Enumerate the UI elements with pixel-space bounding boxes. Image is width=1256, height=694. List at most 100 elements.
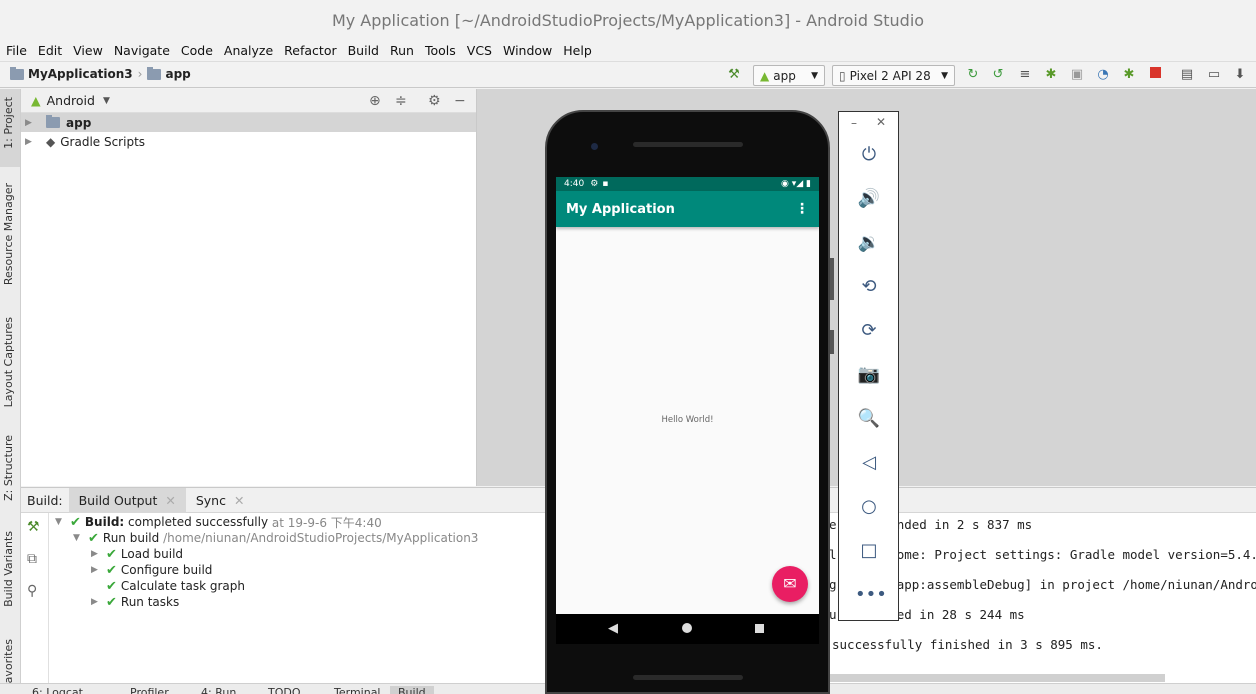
collapse-icon[interactable]: ▼ bbox=[55, 517, 64, 527]
apply-changes-icon[interactable]: ↻ bbox=[965, 67, 981, 83]
breadcrumb-module[interactable]: app bbox=[165, 67, 190, 81]
home-icon[interactable]: ○ bbox=[855, 493, 883, 521]
minimize-icon[interactable]: – bbox=[851, 116, 857, 130]
tool-tab-todo[interactable]: TODO bbox=[268, 686, 301, 694]
menu-view[interactable]: View bbox=[73, 43, 103, 58]
menu-code[interactable]: Code bbox=[181, 43, 213, 58]
tool-tab-build-variants[interactable]: Build Variants bbox=[2, 531, 15, 607]
attach-debugger-icon[interactable]: ✱ bbox=[1121, 67, 1137, 83]
overview-icon[interactable]: □ bbox=[855, 537, 883, 565]
screenshot-icon[interactable]: 📷 bbox=[855, 361, 883, 389]
emulator-screen[interactable]: 4:40 ⚙ ▪ ◉ ▾◢ ▮ My Application ⋮ Hello W… bbox=[556, 177, 819, 614]
close-icon[interactable]: ✕ bbox=[876, 115, 886, 129]
nav-back-icon[interactable]: ◀ bbox=[608, 621, 618, 636]
build-summary-row[interactable]: ▼ ✔ Build: completed successfully at 19-… bbox=[55, 514, 478, 530]
more-icon[interactable]: ••• bbox=[855, 581, 887, 609]
build-step-row[interactable]: ▶ ✔ Configure build bbox=[55, 562, 478, 578]
power-icon[interactable]: ⏻ bbox=[855, 141, 883, 169]
tree-item-app[interactable]: ▶ app bbox=[21, 113, 476, 132]
menu-run[interactable]: Run bbox=[390, 43, 414, 58]
tab-build-output[interactable]: Build Output ✕ bbox=[68, 487, 186, 513]
back-icon[interactable]: ◁ bbox=[855, 449, 883, 477]
tool-tab-structure[interactable]: Z: Structure bbox=[2, 435, 15, 501]
run-config-select[interactable]: ▲ app ▼ bbox=[753, 65, 825, 86]
sdk-manager-icon[interactable]: ⬇ bbox=[1232, 67, 1248, 83]
expand-icon[interactable]: ▶ bbox=[91, 549, 100, 559]
nav-recents-icon[interactable] bbox=[755, 624, 764, 633]
volume-down-icon[interactable]: 🔉 bbox=[855, 229, 883, 257]
zoom-icon[interactable]: 🔍 bbox=[855, 405, 883, 433]
app-bar: My Application ⋮ bbox=[556, 191, 819, 227]
run-build-row[interactable]: ▼ ✔ Run build /home/niunan/AndroidStudio… bbox=[55, 530, 478, 546]
tool-tab-project[interactable]: 1: Project bbox=[2, 97, 15, 149]
profile-icon[interactable]: ◔ bbox=[1095, 67, 1111, 83]
locate-icon[interactable]: ⊕ bbox=[369, 93, 381, 109]
bottom-speaker bbox=[633, 675, 743, 680]
coverage-icon[interactable]: ▣ bbox=[1069, 67, 1085, 83]
device-label: Pixel 2 API 28 bbox=[849, 68, 931, 83]
breadcrumb-project[interactable]: MyApplication3 bbox=[28, 67, 133, 81]
volume-up-icon[interactable]: 🔊 bbox=[855, 185, 883, 213]
apply-code-changes-icon[interactable]: ↺ bbox=[990, 67, 1006, 83]
make-project-icon[interactable]: ⚒ bbox=[726, 67, 742, 83]
folder-icon bbox=[46, 115, 60, 128]
pin-icon[interactable]: ⚲ bbox=[27, 583, 37, 599]
hammer-icon[interactable]: ⚒ bbox=[27, 519, 40, 535]
menu-file[interactable]: File bbox=[6, 43, 27, 58]
build-step-row[interactable]: ✔ Calculate task graph bbox=[55, 578, 478, 594]
tool-tab-logcat[interactable]: 6: Logcat bbox=[32, 686, 83, 694]
project-view-mode[interactable]: Android bbox=[47, 93, 95, 108]
menu-navigate[interactable]: Navigate bbox=[114, 43, 170, 58]
debug-icon[interactable]: ✱ bbox=[1043, 67, 1059, 83]
menu-tools[interactable]: Tools bbox=[425, 43, 456, 58]
expand-icon[interactable]: ▶ bbox=[91, 597, 100, 607]
run-build-label: Run build bbox=[102, 531, 160, 545]
gear-icon[interactable]: ⚙ bbox=[428, 93, 441, 109]
tree-item-gradle-scripts[interactable]: ▶ ◆ Gradle Scripts bbox=[21, 132, 476, 151]
rotate-right-icon[interactable]: ⟳ bbox=[855, 317, 883, 345]
expand-icon[interactable]: ▶ bbox=[25, 137, 34, 147]
tab-label: Sync bbox=[195, 492, 226, 508]
build-summary-text: completed successfully bbox=[128, 515, 269, 529]
build-step-row[interactable]: ▶ ✔ Load build bbox=[55, 546, 478, 562]
tool-tab-build[interactable]: Build bbox=[390, 686, 434, 694]
nav-home-icon[interactable] bbox=[682, 623, 692, 633]
toggle-view-icon[interactable]: ⧉ bbox=[27, 551, 37, 567]
collapse-icon[interactable]: ▼ bbox=[73, 533, 82, 543]
menu-help[interactable]: Help bbox=[563, 43, 592, 58]
build-step-row[interactable]: ▶ ✔ Run tasks bbox=[55, 594, 478, 610]
tab-sync[interactable]: Sync ✕ bbox=[186, 488, 255, 513]
avd-manager-icon[interactable]: ▭ bbox=[1206, 67, 1222, 83]
tool-tab-favorites[interactable]: Favorites bbox=[2, 639, 15, 689]
project-structure-icon[interactable]: ▤ bbox=[1179, 67, 1195, 83]
minimize-icon[interactable]: − bbox=[454, 93, 466, 109]
build-tool-label: Build: bbox=[27, 492, 63, 508]
fab-email-button[interactable]: ✉ bbox=[772, 566, 808, 602]
expand-icon[interactable]: ▶ bbox=[25, 118, 34, 128]
menu-vcs[interactable]: VCS bbox=[467, 43, 492, 58]
android-icon: ▲ bbox=[760, 68, 770, 83]
menu-edit[interactable]: Edit bbox=[38, 43, 62, 58]
tool-tab-resource-manager[interactable]: Resource Manager bbox=[2, 183, 15, 285]
tool-tab-run[interactable]: 4: Run bbox=[201, 686, 236, 694]
menu-build[interactable]: Build bbox=[348, 43, 379, 58]
overflow-menu-icon[interactable]: ⋮ bbox=[795, 201, 809, 217]
chevron-down-icon[interactable]: ▼ bbox=[103, 96, 110, 106]
rotate-left-icon[interactable]: ⟲ bbox=[855, 273, 883, 301]
expand-icon[interactable]: ▶ bbox=[91, 565, 100, 575]
device-select[interactable]: ▯ Pixel 2 API 28 ▼ bbox=[832, 65, 955, 86]
close-icon[interactable]: ✕ bbox=[165, 493, 175, 508]
close-icon[interactable]: ✕ bbox=[234, 493, 244, 508]
status-icons: ◉ ▾◢ ▮ bbox=[781, 179, 811, 189]
menu-analyze[interactable]: Analyze bbox=[224, 43, 273, 58]
horizontal-scrollbar[interactable] bbox=[830, 674, 1165, 682]
tool-tab-terminal[interactable]: Terminal bbox=[334, 686, 381, 694]
tool-tab-profiler[interactable]: Profiler bbox=[130, 686, 169, 694]
collapse-icon[interactable]: ≑ bbox=[395, 93, 407, 109]
phone-side-button bbox=[830, 330, 834, 354]
run-tasks-icon[interactable]: ≡ bbox=[1017, 67, 1033, 83]
menu-refactor[interactable]: Refactor bbox=[284, 43, 336, 58]
tool-tab-layout-captures[interactable]: Layout Captures bbox=[2, 317, 15, 407]
menu-window[interactable]: Window bbox=[503, 43, 552, 58]
stop-icon[interactable] bbox=[1147, 67, 1163, 83]
